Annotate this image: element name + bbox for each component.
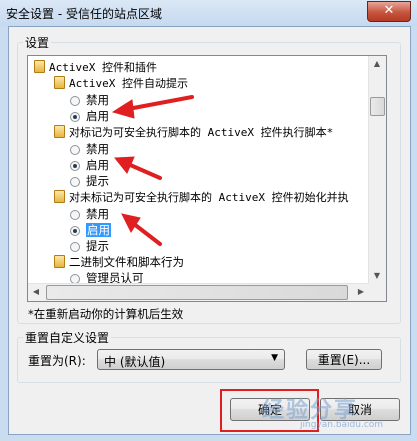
reset-group-label: 重置自定义设置: [23, 329, 112, 346]
settings-folder-icon: [54, 190, 65, 203]
chevron-down-icon: ▼: [271, 353, 278, 363]
scroll-down-icon[interactable]: ▼: [369, 268, 385, 284]
radio-unsafe-prompt[interactable]: 提示: [70, 238, 109, 254]
horizontal-scroll-thumb[interactable]: [46, 285, 348, 300]
vertical-scroll-thumb[interactable]: [370, 97, 385, 116]
radio-autoprompt-enable[interactable]: 启用: [70, 108, 109, 124]
settings-folder-icon: [54, 125, 65, 138]
scroll-left-icon[interactable]: ◀: [28, 284, 44, 300]
reset-button[interactable]: 重置(E)...: [306, 349, 382, 370]
radio-autoprompt-disable[interactable]: 禁用: [70, 92, 109, 108]
radio-icon: [70, 242, 80, 252]
reset-level-value: 中 (默认值): [104, 355, 166, 369]
restart-note: *在重新启动你的计算机后生效: [28, 307, 184, 321]
radio-checked-icon: [70, 112, 80, 122]
scroll-right-icon[interactable]: ▶: [353, 284, 369, 300]
radio-unsafe-disable[interactable]: 禁用: [70, 206, 109, 222]
radio-icon: [70, 177, 80, 187]
horizontal-scrollbar[interactable]: ◀ ▶: [28, 283, 369, 301]
radio-safe-prompt[interactable]: 提示: [70, 173, 109, 189]
scrollbar-corner: [369, 284, 386, 301]
radio-icon: [70, 96, 80, 106]
close-icon: ✕: [383, 3, 395, 18]
tree-item-activex-root[interactable]: ActiveX 控件和插件: [34, 59, 157, 75]
watermark-subtext: jingyan.baidu.com: [300, 420, 384, 430]
radio-checked-icon: [70, 226, 80, 236]
radio-icon: [70, 210, 80, 220]
settings-group-label: 设置: [23, 34, 52, 51]
settings-folder-icon: [54, 76, 65, 89]
tree-item-activex-autoprompt[interactable]: ActiveX 控件自动提示: [54, 75, 188, 91]
radio-unsafe-enable[interactable]: 启用: [70, 222, 111, 238]
window-title: 安全设置 - 受信任的站点区域: [6, 7, 162, 21]
settings-tree[interactable]: ActiveX 控件和插件 ActiveX 控件自动提示 禁用 启用 对标记为可…: [27, 55, 387, 302]
title-bar: 安全设置 - 受信任的站点区域 ✕: [0, 0, 417, 26]
radio-checked-icon: [70, 161, 80, 171]
tree-item-binary-scripts[interactable]: 二进制文件和脚本行为: [54, 254, 184, 270]
tree-item-safe-scripting[interactable]: 对标记为可安全执行脚本的 ActiveX 控件执行脚本*: [54, 124, 333, 140]
reset-level-select[interactable]: 中 (默认值) ▼: [97, 349, 285, 370]
reset-to-label: 重置为(R):: [28, 354, 86, 368]
radio-icon: [70, 145, 80, 155]
tree-item-unsafe-init[interactable]: 对未标记为可安全执行脚本的 ActiveX 控件初始化并执: [54, 189, 349, 205]
settings-folder-icon: [54, 255, 65, 268]
scroll-up-icon[interactable]: ▲: [369, 56, 385, 72]
settings-folder-icon: [34, 60, 45, 73]
close-button[interactable]: ✕: [367, 1, 411, 22]
vertical-scrollbar[interactable]: ▲ ▼: [368, 56, 386, 284]
radio-safe-disable[interactable]: 禁用: [70, 141, 109, 157]
radio-safe-enable[interactable]: 启用: [70, 157, 109, 173]
